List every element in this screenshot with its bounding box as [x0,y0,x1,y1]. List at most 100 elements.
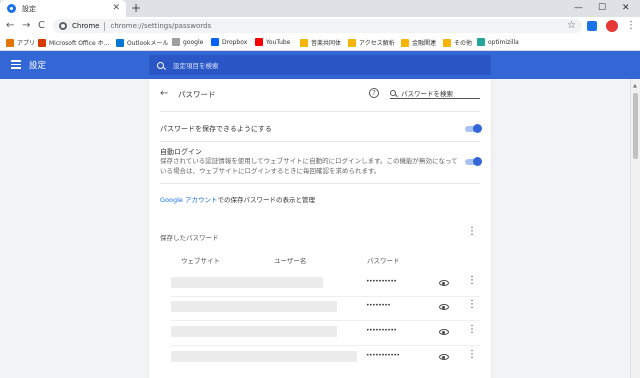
bookmark-google[interactable]: google [172,38,203,46]
tab-settings[interactable]: 設定 ✕ [0,0,126,17]
minimize-button[interactable]: — [574,2,583,14]
password-dots: ••••••••••• [366,352,400,359]
column-username: ユーザー名 [274,257,307,265]
bookmark-label: アクセス解析 [359,40,395,47]
divider [160,141,480,142]
omnibox-url[interactable]: chrome://settings/passwords [110,22,211,30]
office-icon [38,38,46,47]
bookmark-label: 金融関連 [412,40,437,47]
settings-header: 設定 設定項目を検索 [0,51,640,79]
auto-signin-description: 保存されている認証情報を使用してウェブサイトに自動的にログインします。この機能が… [160,157,458,175]
auto-signin-toggle[interactable] [465,157,482,166]
search-icon [390,89,396,96]
chrome-menu-icon[interactable]: ⋮ [626,19,636,33]
passwords-card: ← パスワード ? パスワードを検索 パスワードを保存できるようにする 自動ログ… [149,79,491,378]
folder-icon [300,38,308,47]
tab-title: 設定 [22,4,36,13]
back-arrow-icon[interactable]: ← [160,88,168,100]
folder-icon [443,38,451,47]
page-icon [172,38,180,46]
saved-passwords-heading: 保存したパスワード [160,234,219,242]
help-icon[interactable]: ? [369,88,379,98]
bookmark-star-icon[interactable]: ☆ [567,19,576,33]
new-tab-button[interactable]: + [131,1,141,15]
settings-search-input[interactable]: 設定項目を検索 [149,55,491,75]
hamburger-menu-icon[interactable] [11,60,21,69]
browser-toolbar: ← → C Chrome chrome://settings/passwords… [0,17,640,35]
bookmark-optimizilla[interactable]: optimizilla [477,38,519,46]
row-more-icon[interactable]: ⋮ [467,275,477,287]
omnibox-label: Chrome [72,22,100,30]
tab-close-icon[interactable]: ✕ [112,3,120,13]
tab-strip: 設定 ✕ + — ☐ ✕ [0,0,640,17]
page-title: パスワード [178,90,216,99]
divider [160,183,480,184]
maximize-button[interactable]: ☐ [598,2,606,14]
forward-button[interactable]: → [22,19,30,33]
scroll-up-arrow-icon[interactable]: ▲ [633,83,637,89]
bookmark-label: Microsoft Office ホ… [49,40,110,47]
bookmark-dropbox[interactable]: Dropbox [211,38,247,46]
show-password-eye-icon[interactable] [439,329,449,335]
search-placeholder: 設定項目を検索 [173,62,219,70]
website-placeholder [171,301,337,312]
google-account-link[interactable]: Google アカウント [160,196,218,204]
search-icon [157,61,164,69]
omnibox-separator [104,21,106,31]
row-more-icon[interactable]: ⋮ [467,324,477,336]
bookmark-label: Dropbox [222,38,248,46]
show-password-eye-icon[interactable] [439,354,449,360]
password-search-input[interactable]: パスワードを検索 [390,87,480,99]
scrollbar[interactable]: ▲ [630,79,640,378]
bookmark-folder-music[interactable]: 音楽共同体 [300,38,341,47]
folder-icon [348,38,356,47]
bookmark-outlook[interactable]: Outlookメール [116,38,168,47]
bookmark-label: Outlookメール [127,40,169,47]
bookmark-label: 音楽共同体 [311,40,342,47]
bookmark-label: アプリ [17,40,36,47]
row-more-icon[interactable]: ⋮ [467,299,477,311]
password-dots: •••••••••• [366,278,397,285]
extension-icon[interactable] [587,21,597,31]
bookmark-folder-finance[interactable]: 金融関連 [401,38,436,47]
google-account-link-row: Google アカウントでの保存パスワードの表示と管理 [160,194,315,204]
row-more-icon[interactable]: ⋮ [467,349,477,361]
bookmark-label: google [183,38,204,46]
profile-avatar[interactable] [606,20,618,32]
window-close-button[interactable]: ✕ [622,2,630,14]
divider [160,111,480,112]
reload-button[interactable]: C [38,19,45,33]
password-row: •••••••••• ⋮ [171,322,481,342]
password-row: ••••••••••• ⋮ [171,347,481,367]
bookmark-youtube[interactable]: YouTube [255,38,290,46]
folder-icon [401,38,409,47]
bookmark-folder-other[interactable]: その他 [443,38,472,47]
bookmark-office[interactable]: Microsoft Office ホ… [38,38,110,47]
address-bar[interactable]: Chrome chrome://settings/passwords ☆ [53,19,582,33]
column-password: パスワード [367,257,400,265]
outlook-icon [116,38,124,47]
offer-to-save-toggle[interactable] [465,124,482,133]
show-password-eye-icon[interactable] [439,280,449,286]
chrome-icon [59,22,67,30]
optimizilla-icon [477,38,485,46]
bookmark-label: YouTube [266,38,291,46]
row-divider [171,320,480,321]
password-search-placeholder: パスワードを検索 [401,89,453,98]
settings-favicon-icon [7,4,16,13]
bookmark-label: その他 [454,40,473,47]
password-dots: •••••••• [366,302,391,309]
saved-passwords-menu-icon[interactable]: ⋮ [467,226,477,238]
show-password-eye-icon[interactable] [439,304,449,310]
bookmark-apps[interactable]: アプリ [6,38,35,47]
dropbox-icon [211,38,219,46]
bookmarks-bar: アプリ Microsoft Office ホ… Outlookメール googl… [0,35,640,51]
website-placeholder [171,351,357,362]
scrollbar-thumb[interactable] [633,93,638,159]
column-website: ウェブサイト [181,257,220,265]
apps-icon [6,38,14,47]
website-placeholder [171,277,323,288]
back-button[interactable]: ← [6,19,14,33]
bookmark-folder-analytics[interactable]: アクセス解析 [348,38,395,47]
password-row: •••••••••• ⋮ [171,273,481,293]
